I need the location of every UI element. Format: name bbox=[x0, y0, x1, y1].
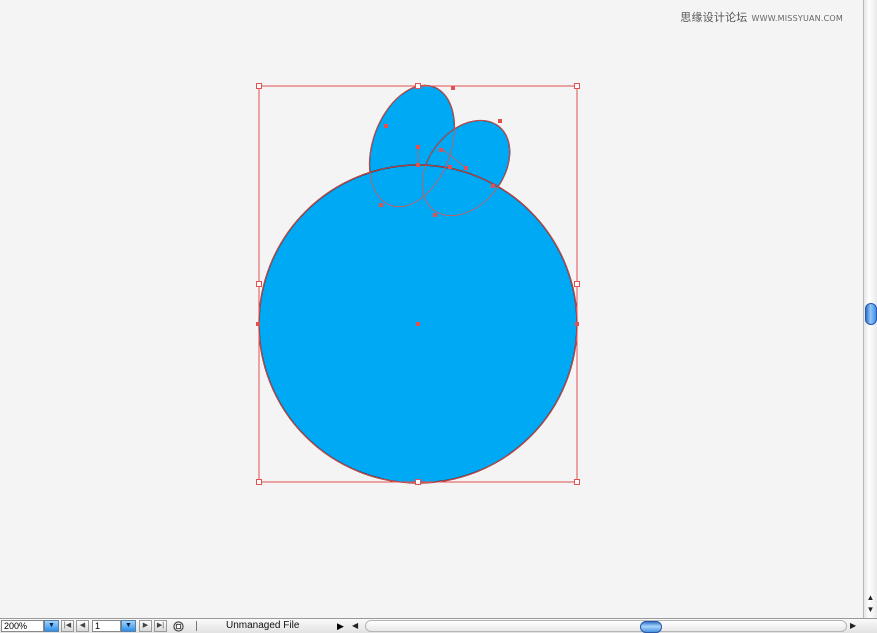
status-separator bbox=[196, 621, 197, 631]
bbox-handle-bottom-middle[interactable] bbox=[415, 479, 421, 485]
first-page-icon[interactable]: |◀ bbox=[61, 620, 74, 632]
vertical-scrollbar[interactable]: ▲ ▼ bbox=[863, 0, 877, 618]
last-page-icon[interactable]: ▶| bbox=[154, 620, 167, 632]
bbox-handle-top-right[interactable] bbox=[574, 83, 580, 89]
scroll-right-icon[interactable]: ▶ bbox=[850, 620, 856, 632]
vertical-scroll-thumb[interactable] bbox=[865, 303, 877, 325]
artwork[interactable] bbox=[0, 0, 863, 618]
page-number-field[interactable]: 1 bbox=[92, 620, 121, 632]
bbox-handle-top-middle[interactable] bbox=[415, 83, 421, 89]
bbox-handle-middle-left[interactable] bbox=[256, 281, 262, 287]
bbox-handle-middle-right[interactable] bbox=[574, 281, 580, 287]
page-dropdown-icon[interactable]: ▼ bbox=[121, 620, 136, 632]
artboard-canvas[interactable]: 思缘设计论坛 WWW.MISSYUAN.COM bbox=[0, 0, 863, 618]
prev-page-icon[interactable]: ◀ bbox=[76, 620, 89, 632]
chevron-down-icon[interactable]: ▼ bbox=[44, 620, 59, 632]
next-page-icon[interactable]: ▶ bbox=[139, 620, 152, 632]
scroll-down-icon[interactable]: ▼ bbox=[864, 604, 877, 616]
bbox-handle-bottom-left[interactable] bbox=[256, 479, 262, 485]
zoom-level-field[interactable]: 200% bbox=[1, 620, 44, 632]
bbox-handle-top-left[interactable] bbox=[256, 83, 262, 89]
bbox-handle-bottom-right[interactable] bbox=[574, 479, 580, 485]
triangle-right-icon[interactable]: ▶ bbox=[337, 619, 344, 633]
scroll-up-icon[interactable]: ▲ bbox=[864, 592, 877, 604]
scroll-left-icon[interactable]: ◀ bbox=[352, 620, 358, 632]
status-bar: 200% ▼ |◀ ◀ 1 ▼ ▶ ▶| Unmanaged File ▶ ◀ … bbox=[0, 618, 877, 633]
status-icon[interactable] bbox=[173, 621, 184, 632]
horizontal-scrollbar[interactable]: ◀ ▶ bbox=[349, 620, 863, 633]
horizontal-scroll-thumb[interactable] bbox=[640, 621, 662, 633]
horizontal-scroll-track[interactable] bbox=[365, 620, 847, 633]
status-label[interactable]: Unmanaged File bbox=[226, 619, 299, 633]
